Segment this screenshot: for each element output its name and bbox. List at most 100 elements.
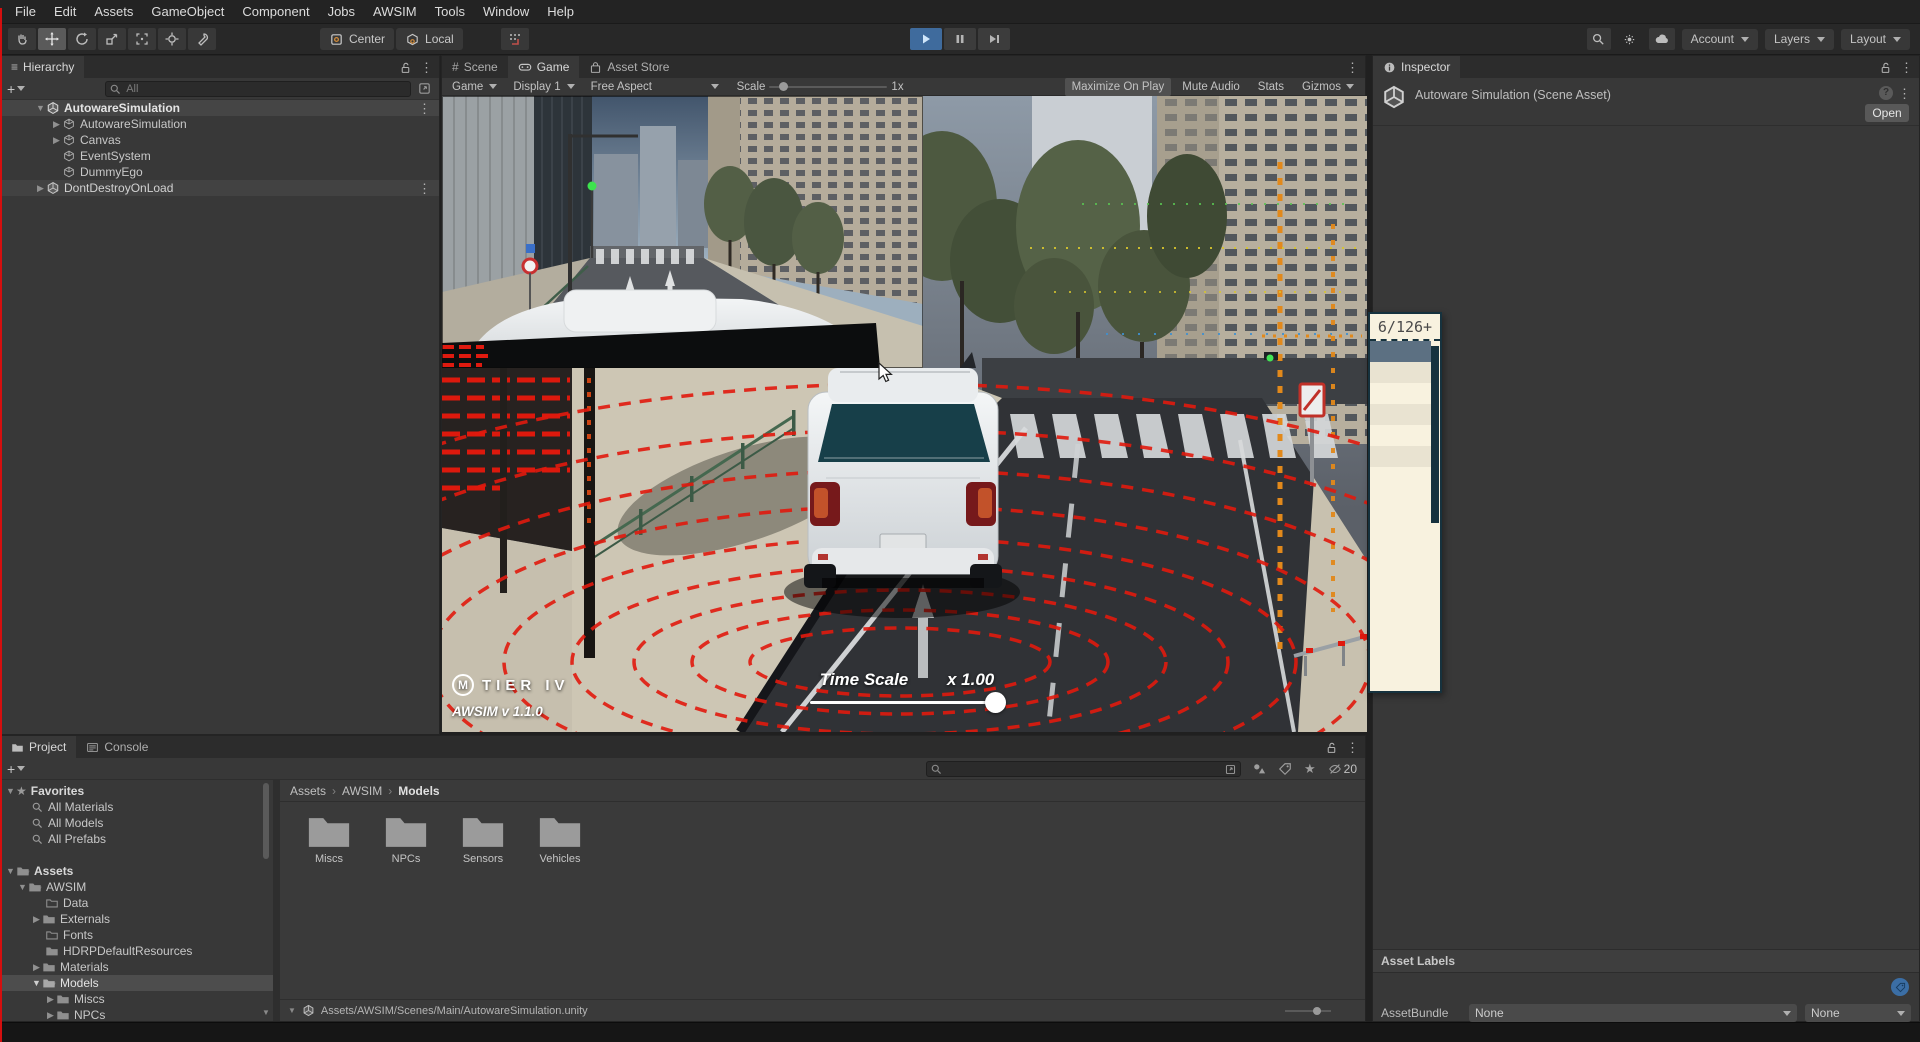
menu-edit[interactable]: Edit (45, 1, 85, 22)
kebab-menu-icon[interactable]: ⋮ (418, 102, 431, 115)
create-button[interactable]: + (7, 81, 25, 97)
kebab-menu-icon[interactable]: ⋮ (420, 61, 433, 74)
candidate-row[interactable] (1370, 446, 1431, 467)
folder-tile-npcs[interactable]: NPCs (371, 812, 441, 865)
cloud-button[interactable] (1649, 28, 1675, 50)
candidate-row[interactable] (1370, 404, 1431, 425)
search-pick-button[interactable] (417, 81, 432, 96)
menu-help[interactable]: Help (538, 1, 583, 22)
scale-tool-button[interactable] (98, 28, 126, 50)
tree-row-selected[interactable]: ▼Models (1, 975, 273, 991)
mute-audio-toggle[interactable]: Mute Audio (1175, 78, 1247, 96)
time-scale-slider-knob[interactable] (985, 692, 1006, 713)
asset-labels-header[interactable]: Asset Labels (1373, 949, 1919, 973)
hierarchy-row[interactable]: EventSystem (1, 148, 439, 164)
candidate-row[interactable] (1370, 362, 1431, 383)
tree-scrollbar[interactable] (263, 783, 269, 859)
menu-jobs[interactable]: Jobs (319, 1, 364, 22)
help-icon[interactable]: ? (1879, 86, 1893, 100)
menu-gameobject[interactable]: GameObject (142, 1, 233, 22)
hierarchy-row-scene[interactable]: ▼ AutowareSimulation ⋮ (1, 100, 439, 116)
layers-dropdown[interactable]: Layers (1765, 29, 1834, 50)
lock-icon[interactable] (1879, 61, 1892, 74)
project-search-input[interactable] (926, 761, 1241, 777)
tree-row-assets[interactable]: ▼Assets (1, 863, 273, 879)
hierarchy-search-input[interactable] (105, 81, 411, 97)
kebab-menu-icon[interactable]: ⋮ (1900, 61, 1913, 74)
hierarchy-row[interactable]: DummyEgo (1, 164, 439, 180)
create-button[interactable]: + (7, 761, 25, 777)
kebab-menu-icon[interactable]: ⋮ (1346, 61, 1359, 74)
tree-row[interactable]: ▶Miscs (1, 991, 273, 1007)
hierarchy-row-dontdestroy[interactable]: ▶ DontDestroyOnLoad ⋮ (1, 180, 439, 196)
tab-console[interactable]: Console (76, 736, 158, 758)
candidate-row[interactable] (1370, 425, 1431, 446)
stats-toggle[interactable]: Stats (1251, 78, 1291, 96)
expander-icon[interactable]: ▶ (35, 183, 46, 194)
menu-component[interactable]: Component (233, 1, 318, 22)
favorites-filter-icon[interactable]: ★ (1304, 761, 1316, 777)
thumbnail-size-knob[interactable] (1313, 1007, 1321, 1015)
custom-tool-button[interactable] (188, 28, 216, 50)
breadcrumb-models[interactable]: Models (398, 784, 439, 798)
gizmos-dropdown[interactable]: Gizmos (1295, 78, 1361, 96)
menu-window[interactable]: Window (474, 1, 538, 22)
lock-icon[interactable] (399, 61, 412, 74)
pause-button[interactable] (944, 28, 976, 50)
tree-row[interactable]: ▶Externals (1, 911, 273, 927)
project-splitter[interactable] (273, 780, 280, 1021)
tab-hierarchy[interactable]: ≡Hierarchy (1, 56, 84, 78)
tab-game[interactable]: Game (508, 56, 580, 78)
expander-icon[interactable]: ▶ (51, 119, 62, 130)
progress-activity-button[interactable] (1618, 28, 1642, 50)
scale-slider[interactable] (769, 86, 887, 88)
game-viewport[interactable]: M TIER IV AWSIM v 1.1.0 Time Scale x 1.0… (442, 96, 1367, 732)
breadcrumb-assets[interactable]: Assets (290, 784, 326, 798)
search-button[interactable] (1587, 28, 1611, 50)
assetbundle-variant-dropdown[interactable]: None (1805, 1004, 1911, 1022)
tab-scene[interactable]: #Scene (442, 56, 508, 78)
open-scene-button[interactable]: Open (1865, 104, 1909, 122)
tab-project[interactable]: Project (1, 736, 76, 758)
kebab-menu-icon[interactable]: ⋮ (1898, 87, 1911, 100)
tab-asset-store[interactable]: Asset Store (579, 56, 679, 78)
assetbundle-dropdown[interactable]: None (1469, 1004, 1797, 1022)
breadcrumb-awsim[interactable]: AWSIM (342, 784, 382, 798)
space-toggle-button[interactable]: Local (396, 28, 463, 50)
hidden-count-button[interactable]: 20 (1328, 762, 1357, 776)
display-dropdown[interactable]: Display 1 (507, 78, 580, 96)
folder-tile-vehicles[interactable]: Vehicles (525, 812, 595, 865)
tree-row[interactable]: All Models (1, 815, 273, 831)
hierarchy-row[interactable]: ▶ Canvas (1, 132, 439, 148)
hierarchy-row[interactable]: ▶ AutowareSimulation (1, 116, 439, 132)
tree-scroll-down-icon[interactable]: ▼ (262, 1008, 270, 1017)
aspect-dropdown[interactable]: Free Aspect (585, 78, 725, 96)
menu-assets[interactable]: Assets (85, 1, 142, 22)
tree-row[interactable]: Fonts (1, 927, 273, 943)
rect-tool-button[interactable] (128, 28, 156, 50)
grid-snap-button[interactable] (501, 28, 529, 50)
thumbnail-size-slider[interactable] (1285, 1010, 1331, 1012)
tree-row-favorites[interactable]: ▼★Favorites (1, 783, 273, 799)
label-filter-icon[interactable] (1278, 762, 1292, 776)
maximize-on-play-toggle[interactable]: Maximize On Play (1065, 78, 1172, 96)
candidate-row[interactable] (1370, 383, 1431, 404)
transform-tool-button[interactable] (158, 28, 186, 50)
folder-tile-sensors[interactable]: Sensors (448, 812, 518, 865)
chevron-down-icon[interactable]: ▼ (288, 1006, 296, 1015)
type-filter-icon[interactable] (1252, 762, 1266, 776)
rotate-tool-button[interactable] (68, 28, 96, 50)
search-detach-icon[interactable] (1224, 763, 1237, 776)
pivot-toggle-button[interactable]: Center (320, 28, 394, 50)
popup-scrollbar[interactable] (1431, 346, 1439, 523)
tree-row[interactable]: All Prefabs (1, 831, 273, 847)
hand-tool-button[interactable] (8, 28, 36, 50)
kebab-menu-icon[interactable]: ⋮ (1346, 741, 1359, 754)
tree-row[interactable]: All Materials (1, 799, 273, 815)
tree-row[interactable]: HDRPDefaultResources (1, 943, 273, 959)
step-button[interactable] (978, 28, 1010, 50)
tree-row[interactable]: ▶NPCs (1, 1007, 273, 1021)
menu-file[interactable]: File (6, 1, 45, 22)
menu-awsim[interactable]: AWSIM (364, 1, 426, 22)
play-button[interactable] (910, 28, 942, 50)
